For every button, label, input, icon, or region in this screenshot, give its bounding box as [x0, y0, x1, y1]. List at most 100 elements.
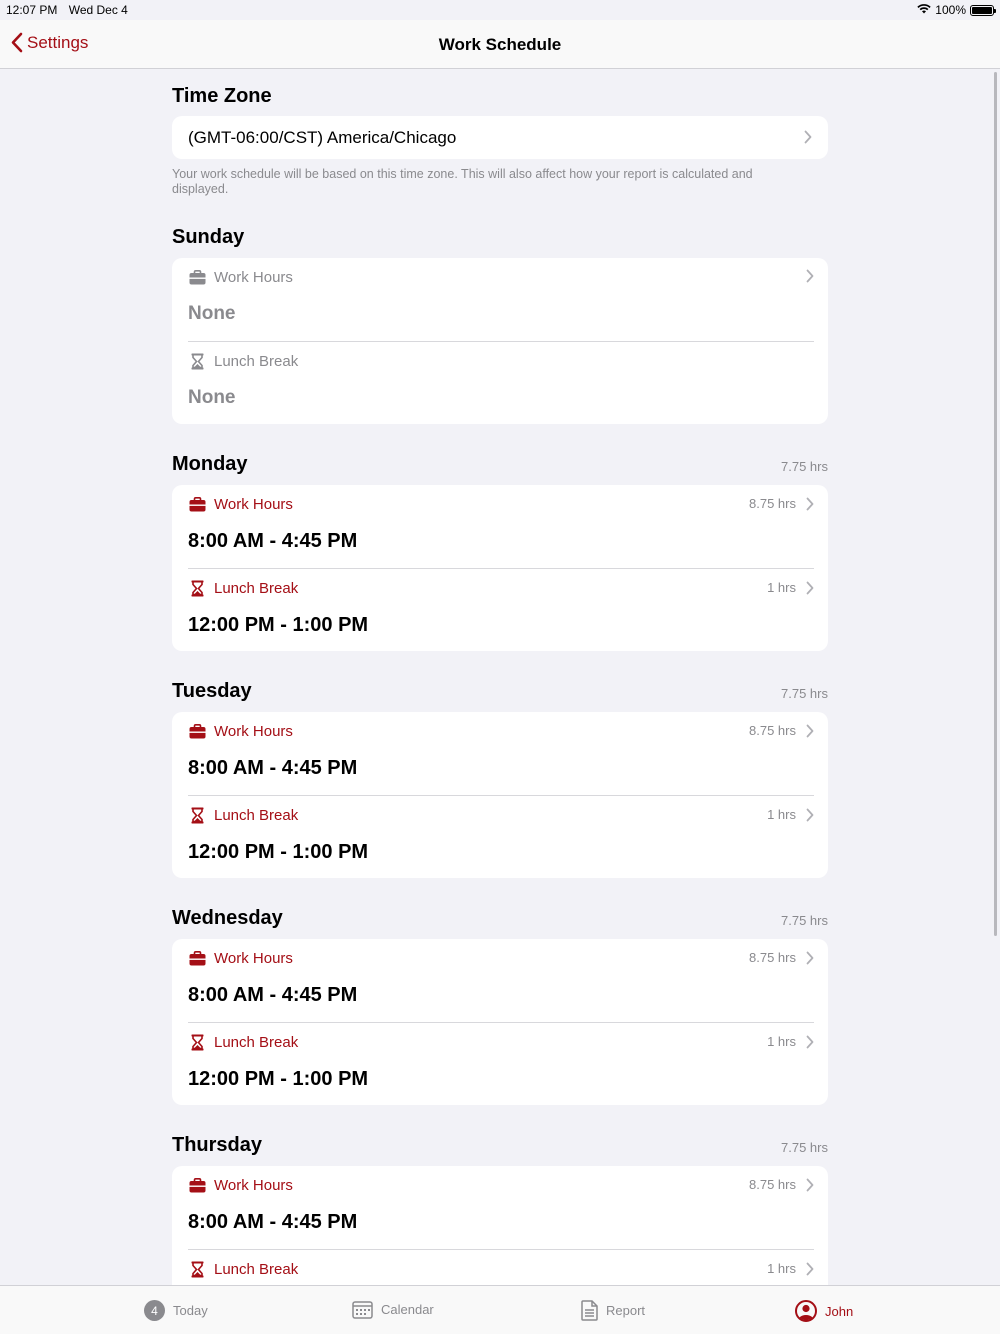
work-hours-label: Work Hours — [214, 268, 293, 286]
day-section-monday: Monday 7.75 hrs Work Hours 8.75 hrs 8:00 AM … — [172, 453, 828, 651]
lunch-break-row[interactable]: Lunch Break 1 hrs 12:00 PM - 1:00 PM — [188, 568, 814, 651]
lunch-break-value: 12:00 PM - 1:00 PM — [188, 614, 369, 636]
lunch-break-label-group: Lunch Break — [188, 352, 298, 370]
hourglass-icon — [188, 1260, 206, 1278]
day-total-hours: 7.75 hrs — [781, 1140, 828, 1155]
lunch-break-label-group: Lunch Break — [188, 806, 298, 824]
tab-bar: 4 Today Calendar Report John — [0, 1285, 1000, 1334]
hourglass-icon — [188, 352, 206, 370]
lunch-break-label: Lunch Break — [214, 806, 299, 824]
lunch-break-label-group: Lunch Break — [188, 1260, 298, 1278]
tab-report[interactable]: Report — [581, 1300, 645, 1321]
lunch-break-label: Lunch Break — [214, 1260, 299, 1278]
tab-report-label: Report — [606, 1303, 646, 1318]
calendar-icon — [352, 1300, 373, 1319]
lunch-break-meta: 1 hrs — [767, 807, 814, 822]
day-name: Tuesday — [172, 680, 252, 702]
chevron-right-icon — [806, 581, 814, 594]
lunch-break-duration: 1 hrs — [767, 1034, 796, 1049]
lunch-break-meta: 1 hrs — [767, 1034, 814, 1049]
briefcase-icon — [188, 1176, 206, 1194]
work-hours-duration: 8.75 hrs — [749, 1177, 796, 1192]
work-hours-row[interactable]: Work Hours 8.75 hrs 8:00 AM - 4:45 PM — [188, 939, 814, 1022]
briefcase-icon — [188, 949, 206, 967]
lunch-break-label: Lunch Break — [214, 352, 299, 370]
work-hours-row[interactable]: Work Hours None — [188, 258, 814, 341]
lunch-break-meta: 1 hrs — [767, 1261, 814, 1276]
document-icon — [581, 1300, 598, 1321]
work-hours-duration: 8.75 hrs — [749, 496, 796, 511]
work-hours-value: None — [188, 303, 236, 324]
lunch-break-value: 12:00 PM - 1:00 PM — [188, 1068, 369, 1090]
status-right: 100% — [917, 3, 996, 17]
chevron-right-icon — [804, 130, 812, 144]
time-zone-row[interactable]: (GMT-06:00/CST) America/Chicago — [172, 116, 828, 159]
navigation-bar: Settings Work Schedule — [0, 20, 1000, 69]
work-hours-value: 8:00 AM - 4:45 PM — [188, 757, 358, 779]
work-hours-label-group: Work Hours — [188, 722, 293, 740]
day-header: Sunday — [172, 226, 828, 249]
status-date: Wed Dec 4 — [68, 3, 128, 17]
work-hours-row[interactable]: Work Hours 8.75 hrs 8:00 AM - 4:45 PM — [188, 1166, 814, 1249]
day-card: Work Hours 8.75 hrs 8:00 AM - 4:45 PM Lunch… — [172, 939, 828, 1105]
scroll-indicator[interactable] — [994, 72, 997, 936]
work-hours-meta: 8.75 hrs — [749, 496, 814, 511]
work-hours-duration: 8.75 hrs — [749, 950, 796, 965]
days-list: Sunday Work Hours None Lunch Break None Monda… — [172, 226, 828, 1332]
work-hours-label: Work Hours — [214, 949, 293, 967]
tab-calendar-label: Calendar — [381, 1302, 434, 1317]
tab-calendar[interactable]: Calendar — [352, 1300, 434, 1319]
lunch-break-duration: 1 hrs — [767, 807, 796, 822]
day-header: Wednesday 7.75 hrs — [172, 907, 828, 930]
day-total-hours: 7.75 hrs — [781, 459, 828, 474]
work-hours-value: 8:00 AM - 4:45 PM — [188, 530, 358, 552]
time-zone-footer: Your work schedule will be based on this… — [172, 167, 753, 196]
day-name: Wednesday — [172, 907, 283, 929]
hourglass-icon — [188, 806, 206, 824]
tab-john-label: John — [825, 1303, 854, 1319]
briefcase-icon — [188, 495, 206, 513]
day-header: Thursday 7.75 hrs — [172, 1134, 828, 1157]
work-hours-value: 8:00 AM - 4:45 PM — [188, 1211, 358, 1233]
today-badge-icon: 4 — [144, 1300, 165, 1321]
time-zone-value: (GMT-06:00/CST) America/Chicago — [188, 127, 457, 147]
work-hours-label-group: Work Hours — [188, 1176, 293, 1194]
lunch-break-label: Lunch Break — [214, 579, 299, 597]
work-hours-label-group: Work Hours — [188, 268, 293, 286]
work-hours-label-group: Work Hours — [188, 949, 293, 967]
tab-today[interactable]: 4 Today — [144, 1300, 208, 1321]
battery-percent: 100% — [935, 3, 966, 17]
day-header: Tuesday 7.75 hrs — [172, 680, 828, 703]
lunch-break-row[interactable]: Lunch Break 1 hrs 12:00 PM - 1:00 PM — [188, 1022, 814, 1105]
status-left: 12:07 PM Wed Dec 4 — [6, 3, 136, 17]
day-section-sunday: Sunday Work Hours None Lunch Break None — [172, 226, 828, 424]
work-hours-label: Work Hours — [214, 495, 293, 513]
day-card: Work Hours None Lunch Break None — [172, 258, 828, 424]
work-hours-row[interactable]: Work Hours 8.75 hrs 8:00 AM - 4:45 PM — [188, 712, 814, 795]
work-hours-label: Work Hours — [214, 722, 293, 740]
day-name: Thursday — [172, 1134, 263, 1156]
lunch-break-label-group: Lunch Break — [188, 1033, 298, 1051]
day-section-tuesday: Tuesday 7.75 hrs Work Hours 8.75 hrs 8:00 AM… — [172, 680, 828, 878]
day-header: Monday 7.75 hrs — [172, 453, 828, 476]
chevron-right-icon — [806, 1262, 814, 1275]
lunch-break-meta: 1 hrs — [767, 580, 814, 595]
day-total-hours: 7.75 hrs — [781, 686, 828, 701]
work-hours-row[interactable]: Work Hours 8.75 hrs 8:00 AM - 4:45 PM — [188, 485, 814, 568]
wifi-icon — [917, 3, 931, 17]
work-hours-meta — [796, 269, 814, 283]
work-hours-value: 8:00 AM - 4:45 PM — [188, 984, 358, 1006]
lunch-break-label: Lunch Break — [214, 1033, 299, 1051]
hourglass-icon — [188, 1033, 206, 1051]
chevron-right-icon — [806, 269, 814, 283]
tab-john[interactable]: John — [795, 1300, 853, 1322]
lunch-break-row[interactable]: Lunch Break None — [188, 341, 814, 424]
work-hours-meta: 8.75 hrs — [749, 723, 814, 738]
work-hours-meta: 8.75 hrs — [749, 950, 814, 965]
lunch-break-duration: 1 hrs — [767, 1261, 796, 1276]
chevron-right-icon — [806, 808, 814, 821]
lunch-break-row[interactable]: Lunch Break 1 hrs 12:00 PM - 1:00 PM — [188, 795, 814, 878]
day-card: Work Hours 8.75 hrs 8:00 AM - 4:45 PM Lunch… — [172, 712, 828, 878]
work-hours-meta: 8.75 hrs — [749, 1177, 814, 1192]
lunch-break-duration: 1 hrs — [767, 580, 796, 595]
